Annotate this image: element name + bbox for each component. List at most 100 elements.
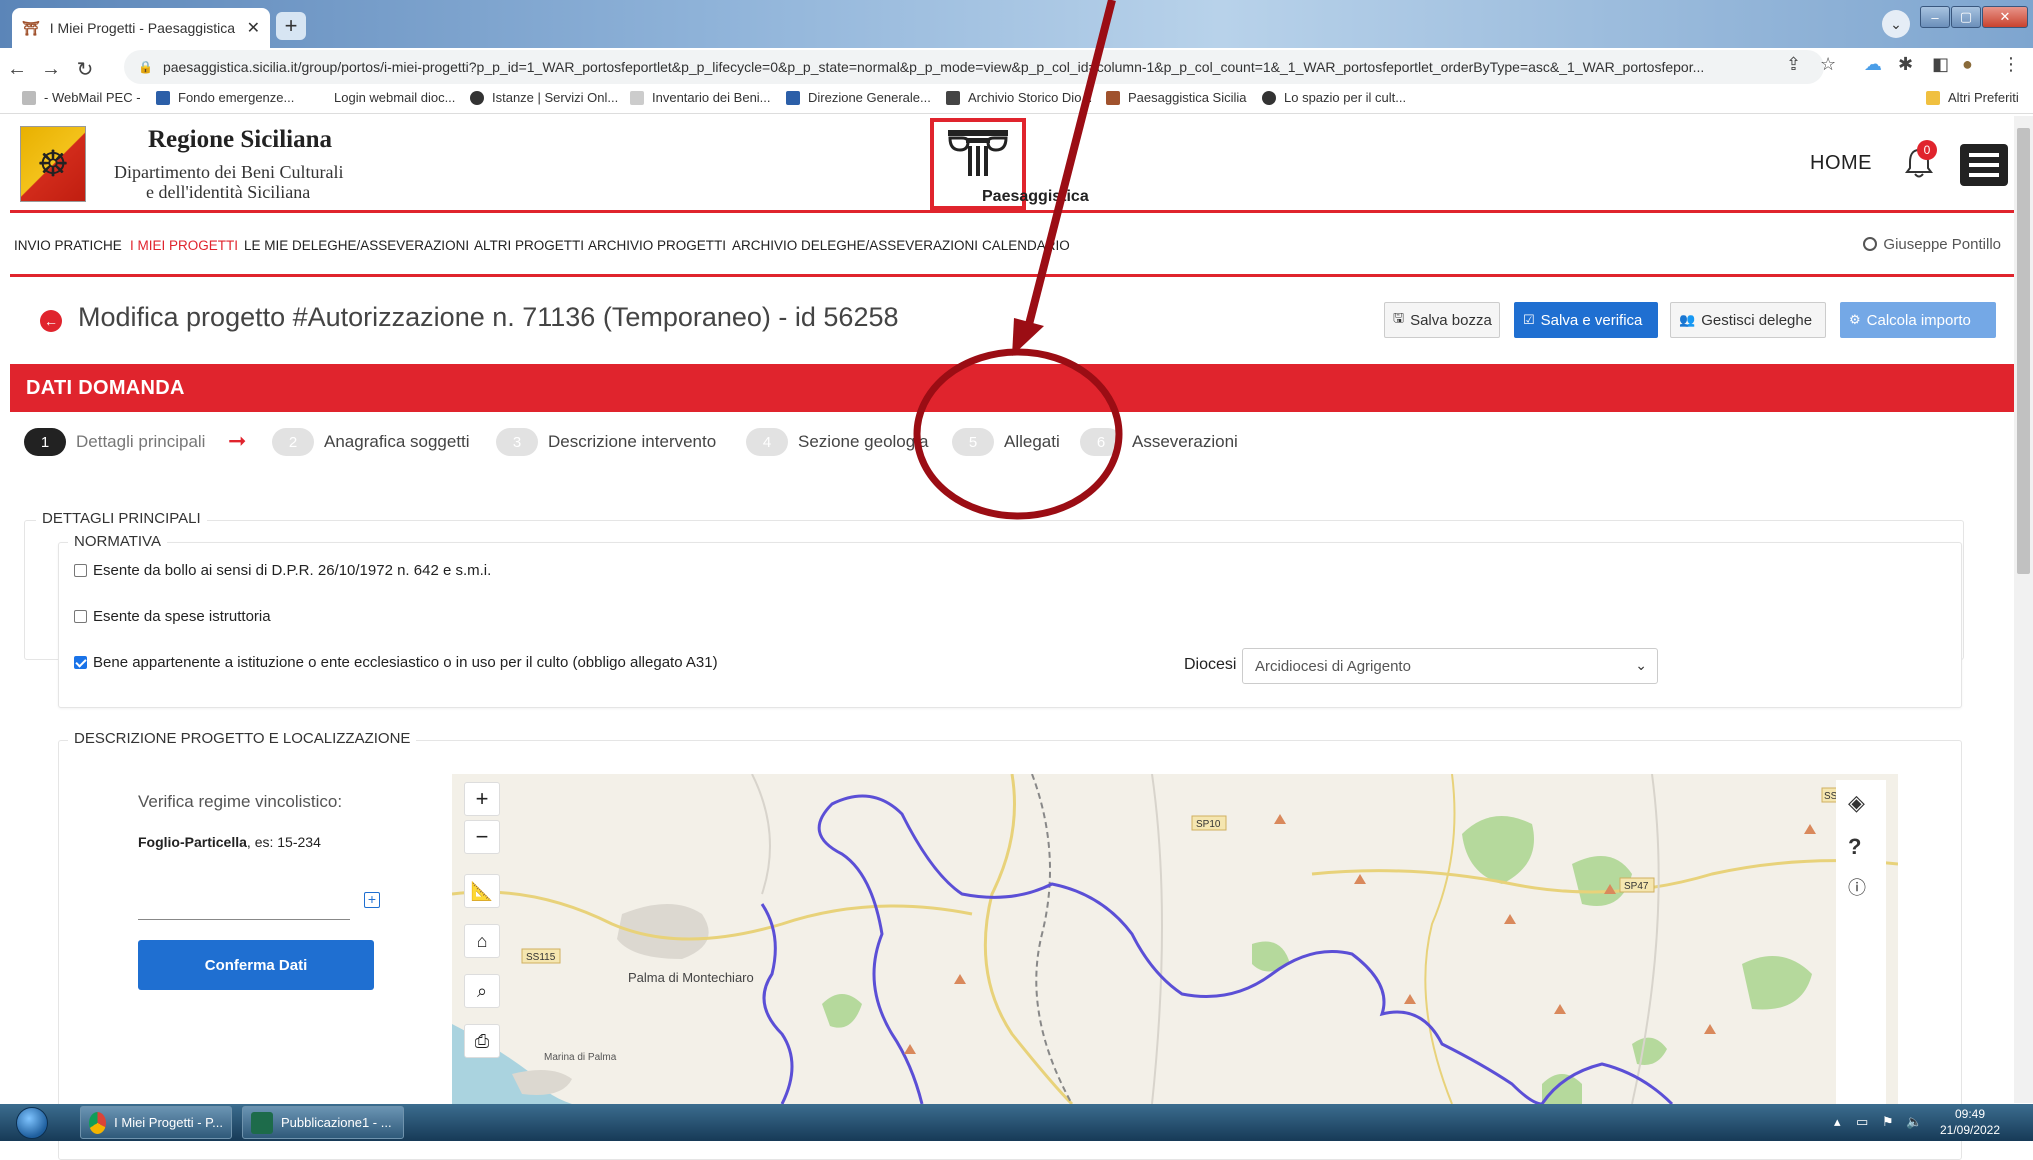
flag-icon[interactable]: ⚑ xyxy=(1882,1114,1894,1130)
taskbar-chrome[interactable]: I Miei Progetti - P... xyxy=(80,1106,232,1139)
user-icon xyxy=(1863,237,1878,251)
notification-count-badge: 0 xyxy=(1917,140,1937,160)
new-tab-button[interactable]: + xyxy=(276,12,306,40)
hamburger-menu-button[interactable] xyxy=(1960,144,2008,186)
cloud-extension-icon[interactable]: ☁ xyxy=(1864,54,1882,75)
scrollbar-thumb[interactable] xyxy=(2017,128,2030,574)
bookmark-item[interactable]: Paesaggistica Sicilia xyxy=(1106,90,1247,105)
step-allegati[interactable]: 5 Allegati xyxy=(952,428,1060,456)
site-subtitle-line2: e dell'identità Siciliana xyxy=(146,182,311,202)
tab-search-icon[interactable]: ⌄ xyxy=(1882,10,1910,38)
nav-archivio-deleghe[interactable]: ARCHIVIO DELEGHE/ASSEVERAZIONI xyxy=(732,238,978,253)
user-menu[interactable]: Giuseppe Pontillo xyxy=(1863,236,2001,253)
info-icon[interactable]: ⓘ xyxy=(1848,874,1866,900)
esente-bollo-checkbox[interactable] xyxy=(74,564,87,577)
profile-avatar-icon[interactable]: ● xyxy=(1962,54,1973,75)
nav-calendario[interactable]: CALENDARIO xyxy=(982,238,1070,253)
map-label-marina: Marina di Palma xyxy=(544,1052,617,1063)
map-canvas[interactable]: SP10 SS115 SP47 SS Palma di Montechiaro … xyxy=(452,774,1898,1104)
step-dettagli-principali[interactable]: 1 Dettagli principali xyxy=(24,428,205,456)
bookmark-item[interactable]: Lo spazio per il cult... xyxy=(1262,90,1406,105)
side-panel-icon[interactable]: ◧ xyxy=(1932,54,1949,75)
manage-delegations-button[interactable]: 👥 Gestisci deleghe xyxy=(1670,302,1826,338)
print-icon[interactable]: ⎙ xyxy=(464,1024,500,1058)
arrow-right-icon: ➞ xyxy=(228,428,247,453)
step-descrizione-intervento[interactable]: 3 Descrizione intervento xyxy=(496,428,716,456)
bookmark-item[interactable]: Direzione Generale... xyxy=(786,90,931,105)
extensions-puzzle-icon[interactable]: ✱ xyxy=(1898,54,1913,75)
foglio-particella-input[interactable] xyxy=(138,884,350,920)
nav-invio-pratiche[interactable]: INVIO PRATICHE xyxy=(14,238,122,253)
taskbar-clock[interactable]: 09:49 21/09/2022 xyxy=(1930,1106,2010,1138)
bookmark-item[interactable]: Inventario dei Beni... xyxy=(630,90,771,105)
close-tab-icon[interactable]: ✕ xyxy=(247,18,260,38)
save-verify-button[interactable]: ☑ Salva e verifica xyxy=(1514,302,1658,338)
nav-mie-deleghe[interactable]: LE MIE DELEGHE/ASSEVERAZIONI xyxy=(244,238,469,253)
window-minimize-button[interactable]: – xyxy=(1920,6,1950,28)
bookmarks-bar: - WebMail PEC - Fondo emergenze... Login… xyxy=(0,84,2033,114)
zoom-out-button[interactable]: − xyxy=(464,820,500,854)
other-bookmarks[interactable]: Altri Preferiti xyxy=(1926,90,2019,105)
conferma-dati-button[interactable]: Conferma Dati xyxy=(138,940,374,990)
floppy-disk-icon: 🖫 xyxy=(1393,310,1405,325)
regione-siciliana-logo[interactable]: ☸ xyxy=(20,126,86,202)
start-button[interactable] xyxy=(10,1104,54,1141)
add-square-icon[interactable]: + xyxy=(364,892,380,908)
back-circle-icon[interactable]: ← xyxy=(40,310,62,332)
bookmark-icon xyxy=(786,90,800,105)
bene-ecclesiastico-checkbox[interactable] xyxy=(74,656,87,669)
bookmark-item[interactable]: - WebMail PEC - xyxy=(22,90,141,105)
browser-tab[interactable]: ⛩ I Miei Progetti - Paesaggistica Si ✕ xyxy=(12,8,270,48)
step-sezione-geologia[interactable]: 4 Sezione geologia xyxy=(746,428,928,456)
reload-icon[interactable]: ↻ xyxy=(68,57,102,82)
map-label-ss115: SS115 xyxy=(526,952,556,963)
browser-menu-icon[interactable]: ⋮ xyxy=(2002,54,2020,75)
layers-icon[interactable]: ◈ xyxy=(1848,790,1865,816)
step-anagrafica-soggetti[interactable]: 2 Anagrafica soggetti xyxy=(272,428,470,456)
nav-miei-progetti[interactable]: I MIEI PROGETTI xyxy=(130,238,238,253)
measure-ruler-icon[interactable]: 📐 xyxy=(464,874,500,908)
site-subtitle-line1: Dipartimento dei Beni Culturali xyxy=(114,162,344,182)
dettagli-legend: DETTAGLI PRINCIPALI xyxy=(36,510,207,527)
esente-spese-option[interactable]: Esente da spese istruttoria xyxy=(74,608,271,625)
url-bar[interactable]: 🔒 paesaggistica.sicilia.it/group/portos/… xyxy=(124,50,1824,84)
column-capital-icon xyxy=(948,130,1008,176)
window-maximize-button[interactable]: ▢ xyxy=(1951,6,1981,28)
esente-spese-checkbox[interactable] xyxy=(74,610,87,623)
bookmark-item[interactable]: Fondo emergenze... xyxy=(156,90,294,105)
site-header: ☸ Regione Siciliana Dipartimento dei Ben… xyxy=(10,116,2015,210)
checkbox-icon: ☑ xyxy=(1523,312,1535,327)
bookmark-item[interactable]: Istanze | Servizi Onl... xyxy=(470,90,618,105)
network-icon[interactable]: ▭ xyxy=(1856,1114,1868,1130)
volume-icon[interactable]: 🔈 xyxy=(1906,1114,1922,1130)
users-icon: 👥 xyxy=(1679,312,1696,327)
step-asseverazioni[interactable]: 6 Asseverazioni xyxy=(1080,428,1238,456)
map-label-palma: Palma di Montechiaro xyxy=(628,970,754,985)
bookmark-item[interactable]: Login webmail dioc... xyxy=(312,90,455,105)
bookmark-item[interactable]: Archivio Storico Dio... xyxy=(946,90,1092,105)
back-arrow-icon[interactable]: ← xyxy=(0,58,34,81)
nav-altri-progetti[interactable]: ALTRI PROGETTI xyxy=(474,238,584,253)
bookmark-star-icon[interactable]: ☆ xyxy=(1820,54,1836,75)
save-draft-button[interactable]: 🖫 Salva bozza xyxy=(1384,302,1500,338)
page-title: Modifica progetto #Autorizzazione n. 711… xyxy=(78,302,899,332)
diocesi-select[interactable]: Arcidiocesi di Agrigento ⌄ xyxy=(1242,648,1658,684)
window-close-button[interactable]: ✕ xyxy=(1982,6,2028,28)
help-icon[interactable]: ? xyxy=(1848,834,1861,860)
taskbar-publisher[interactable]: Pubblicazione1 - ... xyxy=(242,1106,404,1139)
esente-bollo-option[interactable]: Esente da bollo ai sensi di D.P.R. 26/10… xyxy=(74,562,491,579)
chrome-icon xyxy=(89,1111,107,1134)
calculate-amount-button[interactable]: ⚙ Calcola importo xyxy=(1840,302,1996,338)
forward-arrow-icon[interactable]: → xyxy=(34,58,68,81)
search-icon[interactable]: ⌕ xyxy=(464,974,500,1008)
share-icon[interactable]: ⇪ xyxy=(1786,54,1801,75)
bene-ecclesiastico-option[interactable]: Bene appartenente a istituzione o ente e… xyxy=(74,654,718,671)
zoom-in-button[interactable]: + xyxy=(464,782,500,816)
tray-expand-icon[interactable]: ▴ xyxy=(1834,1114,1841,1130)
home-icon[interactable]: ⌂ xyxy=(464,924,500,958)
nav-archivio-progetti[interactable]: ARCHIVIO PROGETTI xyxy=(588,238,726,253)
home-link[interactable]: HOME xyxy=(1810,152,1872,175)
map-view[interactable]: SP10 SS115 SP47 SS Palma di Montechiaro … xyxy=(452,774,1898,1104)
bookmark-icon xyxy=(630,90,644,105)
foglio-particella-hint: Foglio-Particella, es: 15-234 xyxy=(138,834,321,850)
